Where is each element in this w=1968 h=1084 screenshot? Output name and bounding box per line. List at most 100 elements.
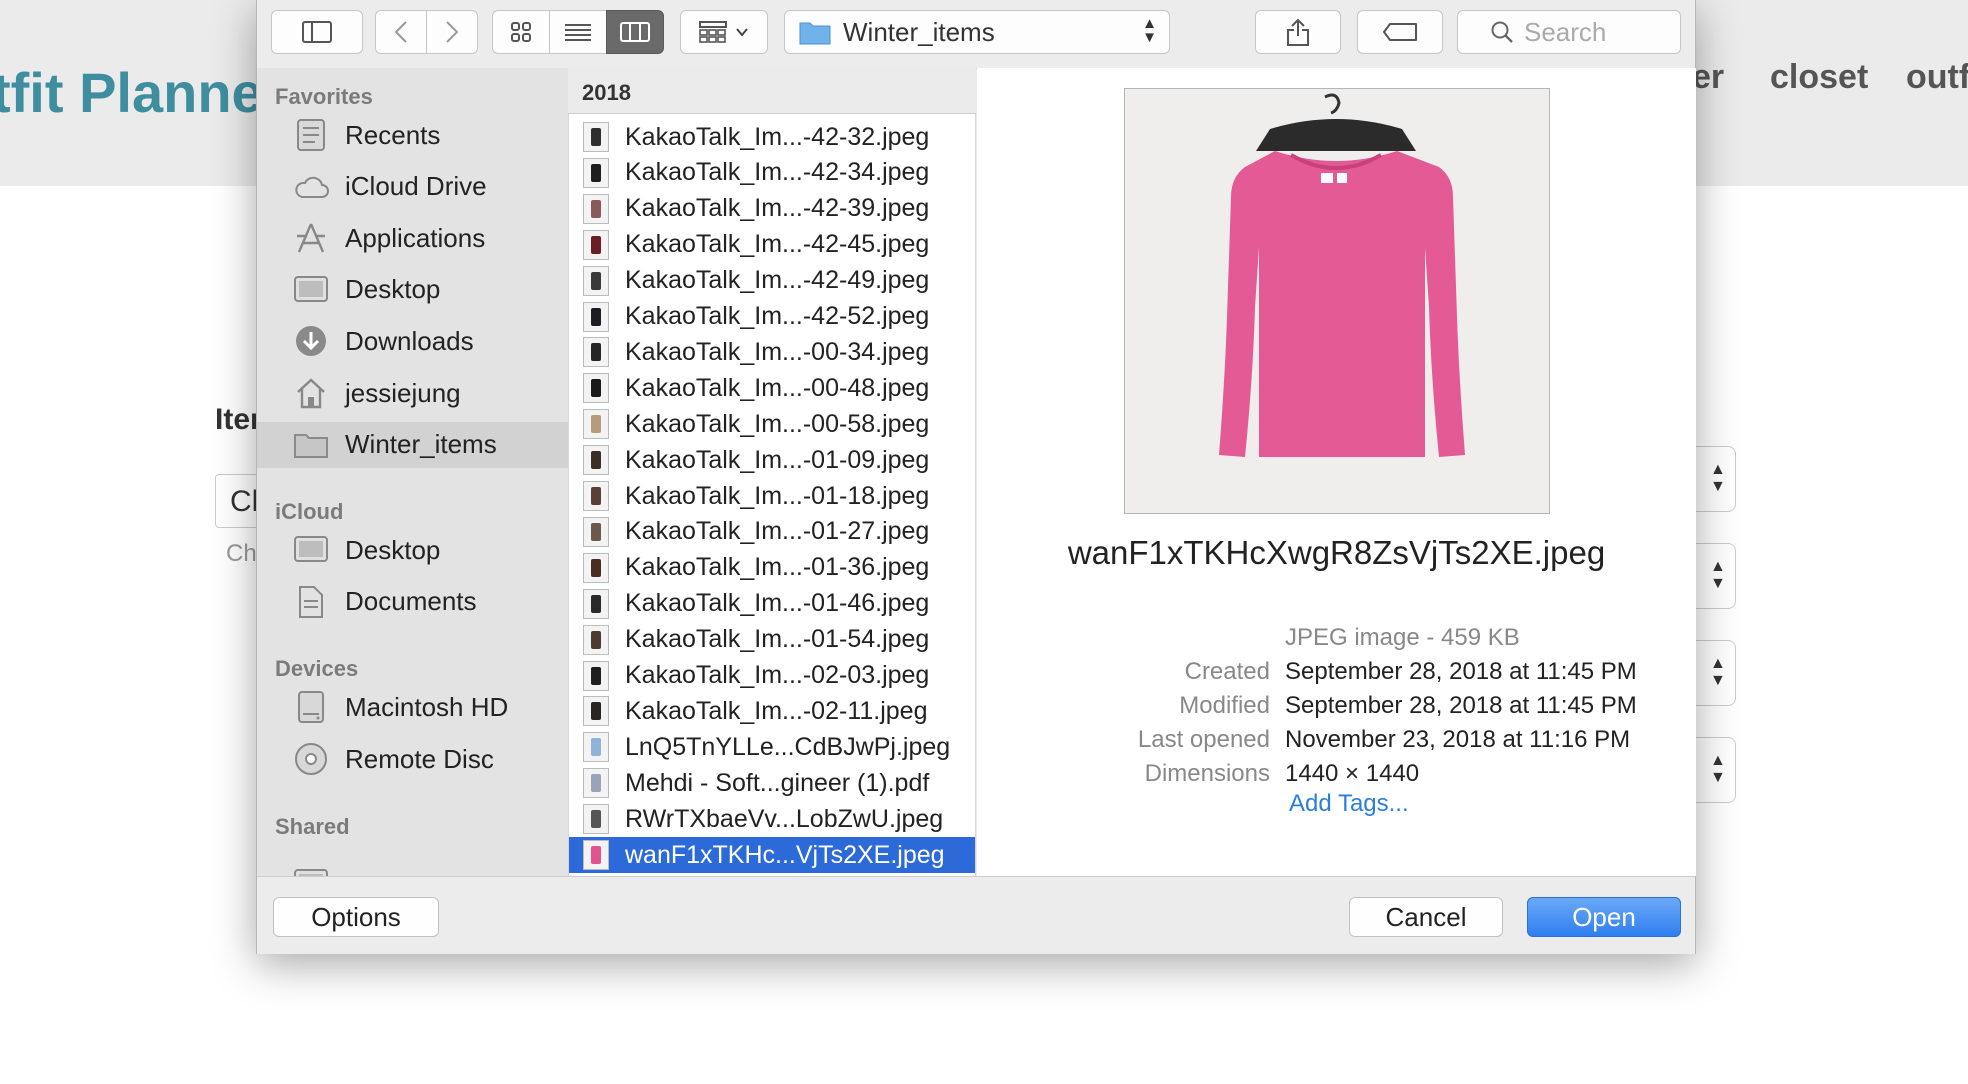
file-name: KakaoTalk_Im...-00-48.jpeg bbox=[625, 373, 930, 402]
file-row[interactable]: KakaoTalk_Im...-01-18.jpeg bbox=[569, 478, 975, 514]
meta-value: September 28, 2018 at 11:45 PM bbox=[1285, 692, 1637, 719]
sidebar-item-jessiejung[interactable]: jessiejung bbox=[257, 370, 568, 416]
recents-icon bbox=[291, 117, 331, 153]
list-view-button[interactable] bbox=[549, 10, 607, 54]
sidebar-item-desktop[interactable]: Desktop bbox=[257, 267, 568, 313]
file-row[interactable]: KakaoTalk_Im...-42-34.jpeg bbox=[569, 155, 975, 191]
file-row[interactable]: KakaoTalk_Im...-42-49.jpeg bbox=[569, 263, 975, 299]
back-button[interactable] bbox=[375, 10, 427, 54]
file-row[interactable]: KakaoTalk_Im...-01-36.jpeg bbox=[569, 550, 975, 586]
document-icon bbox=[291, 584, 331, 620]
icon-view-button[interactable] bbox=[492, 10, 550, 54]
sidebar-item-label: jessiejung bbox=[345, 377, 461, 408]
file-row[interactable]: KakaoTalk_Im...-42-39.jpeg bbox=[569, 191, 975, 227]
sidebar-item-applications[interactable]: Applications bbox=[257, 215, 568, 261]
folder-icon bbox=[799, 22, 831, 45]
tags-button[interactable] bbox=[1357, 10, 1443, 54]
select-arrows-icon: ▲ ▼ bbox=[1710, 655, 1726, 689]
file-thumbnail-icon bbox=[583, 516, 609, 547]
file-row[interactable]: KakaoTalk_Im...-01-46.jpeg bbox=[569, 586, 975, 622]
file-row[interactable]: KakaoTalk_Im...-00-34.jpeg bbox=[569, 334, 975, 370]
search-input[interactable]: Search bbox=[1457, 10, 1681, 54]
file-name: KakaoTalk_Im...-01-27.jpeg bbox=[625, 517, 930, 546]
column-header: 2018 bbox=[568, 68, 976, 114]
sidebar-item-downloads[interactable]: Downloads bbox=[257, 318, 568, 364]
file-thumbnail-icon bbox=[583, 301, 609, 332]
options-button[interactable]: Options bbox=[273, 897, 439, 937]
file-row[interactable]: KakaoTalk_Im...-42-52.jpeg bbox=[569, 299, 975, 335]
search-icon bbox=[1491, 21, 1513, 43]
dialog-bottom-bar: Options Cancel Open bbox=[257, 876, 1695, 954]
sidebar-section-favorites: Favorites bbox=[275, 84, 373, 109]
file-row[interactable]: KakaoTalk_Im...-02-11.jpeg bbox=[569, 693, 975, 729]
disc-icon bbox=[291, 741, 331, 777]
folder-icon bbox=[291, 427, 331, 463]
sidebar-toggle-button[interactable] bbox=[271, 10, 363, 54]
file-name: KakaoTalk_Im...-42-39.jpeg bbox=[625, 194, 930, 223]
preview-pane: wanF1xTKHcXwgR8ZsVjTs2XE.jpeg JPEG image… bbox=[977, 68, 1696, 876]
file-name: KakaoTalk_Im...-42-45.jpeg bbox=[625, 230, 930, 259]
meta-key: Modified bbox=[1179, 692, 1270, 719]
sidebar-item-shared-partial[interactable] bbox=[257, 860, 568, 876]
file-row[interactable]: RWrTXbaeVv...LobZwU.jpeg bbox=[569, 801, 975, 837]
sidebar-item-remote-disc[interactable]: Remote Disc bbox=[257, 736, 568, 782]
sidebar-item-winter-items[interactable]: Winter_items bbox=[257, 421, 568, 468]
file-name: KakaoTalk_Im...-02-11.jpeg bbox=[625, 696, 928, 725]
site-brand[interactable]: tfit Planne bbox=[0, 60, 263, 125]
arrange-menu-button[interactable] bbox=[680, 10, 768, 54]
file-row[interactable]: KakaoTalk_Im...-42-32.jpeg bbox=[569, 119, 975, 155]
file-row[interactable]: KakaoTalk_Im...-02-03.jpeg bbox=[569, 658, 975, 694]
nav-link-closet[interactable]: closet bbox=[1770, 58, 1868, 97]
chevron-down-icon bbox=[736, 28, 748, 37]
sidebar-item-macintosh-hd[interactable]: Macintosh HD bbox=[257, 684, 568, 730]
file-thumbnail-icon bbox=[583, 337, 609, 368]
file-row[interactable]: KakaoTalk_Im...-00-58.jpeg bbox=[569, 406, 975, 442]
file-thumbnail-icon bbox=[583, 588, 609, 619]
sidebar-item-label: Remote Disc bbox=[345, 743, 494, 774]
sidebar-item-recents[interactable]: Recents bbox=[257, 112, 568, 158]
file-row[interactable]: KakaoTalk_Im...-00-48.jpeg bbox=[569, 370, 975, 406]
file-row[interactable]: KakaoTalk_Im...-01-54.jpeg bbox=[569, 622, 975, 658]
share-button[interactable] bbox=[1255, 10, 1341, 54]
sidebar-item-label: Winter_items bbox=[345, 429, 497, 460]
sidebar-item-desktop[interactable]: Desktop bbox=[257, 527, 568, 573]
file-thumbnail-icon bbox=[583, 229, 609, 260]
forward-button[interactable] bbox=[426, 10, 478, 54]
file-name: KakaoTalk_Im...-01-54.jpeg bbox=[625, 625, 930, 654]
meta-row-last-opened: Last opened November 23, 2018 at 11:16 PM bbox=[977, 726, 1696, 760]
file-thumbnail-icon bbox=[583, 122, 609, 152]
open-button[interactable]: Open bbox=[1527, 897, 1681, 937]
preview-filename: wanF1xTKHcXwgR8ZsVjTs2XE.jpeg bbox=[1067, 534, 1606, 571]
drive-icon bbox=[291, 689, 331, 725]
column-view-button[interactable] bbox=[606, 10, 664, 54]
file-row[interactable]: wanF1xTKHc...VjTs2XE.jpeg bbox=[569, 837, 975, 873]
file-row[interactable]: LnQ5TnYLLe...CdBJwPj.jpeg bbox=[569, 729, 975, 765]
file-name: KakaoTalk_Im...-01-46.jpeg bbox=[625, 589, 930, 618]
home-icon bbox=[291, 375, 331, 411]
select-arrows-icon: ▲ ▼ bbox=[1710, 461, 1726, 495]
sidebar-item-documents[interactable]: Documents bbox=[257, 579, 568, 625]
meta-key: Dimensions bbox=[1144, 760, 1270, 787]
nav-link-outfit[interactable]: outf bbox=[1906, 58, 1968, 97]
file-row[interactable]: KakaoTalk_Im...-01-09.jpeg bbox=[569, 442, 975, 478]
file-name: KakaoTalk_Im...-01-18.jpeg bbox=[625, 481, 930, 510]
sidebar-item-label: Macintosh HD bbox=[345, 691, 509, 722]
file-thumbnail-icon bbox=[583, 373, 609, 404]
file-name: KakaoTalk_Im...-02-03.jpeg bbox=[625, 661, 930, 689]
add-tags-link[interactable]: Add Tags... bbox=[1289, 790, 1409, 818]
file-row[interactable]: KakaoTalk_Im...-01-27.jpeg bbox=[569, 514, 975, 550]
file-name: KakaoTalk_Im...-42-49.jpeg bbox=[625, 266, 930, 295]
file-row[interactable]: Mehdi - Soft...gineer (1).pdf bbox=[569, 765, 975, 801]
file-thumbnail-icon bbox=[583, 265, 609, 296]
file-list-column[interactable]: KakaoTalk_Im...-42-32.jpeg KakaoTalk_Im..… bbox=[568, 114, 976, 876]
sidebar-item-icloud-drive[interactable]: iCloud Drive bbox=[257, 164, 568, 210]
meta-key: Created bbox=[1184, 658, 1270, 685]
cancel-button[interactable]: Cancel bbox=[1349, 897, 1503, 937]
cloud-icon bbox=[291, 169, 331, 205]
file-thumbnail-icon bbox=[583, 804, 609, 835]
path-label: Winter_items bbox=[843, 16, 995, 47]
path-popup[interactable]: Winter_items ▲ ▼ bbox=[784, 10, 1170, 54]
select-arrows-icon: ▲ ▼ bbox=[1710, 752, 1726, 786]
file-row[interactable]: KakaoTalk_Im...-42-45.jpeg bbox=[569, 227, 975, 263]
nav-link-partial[interactable]: er bbox=[1692, 58, 1724, 97]
